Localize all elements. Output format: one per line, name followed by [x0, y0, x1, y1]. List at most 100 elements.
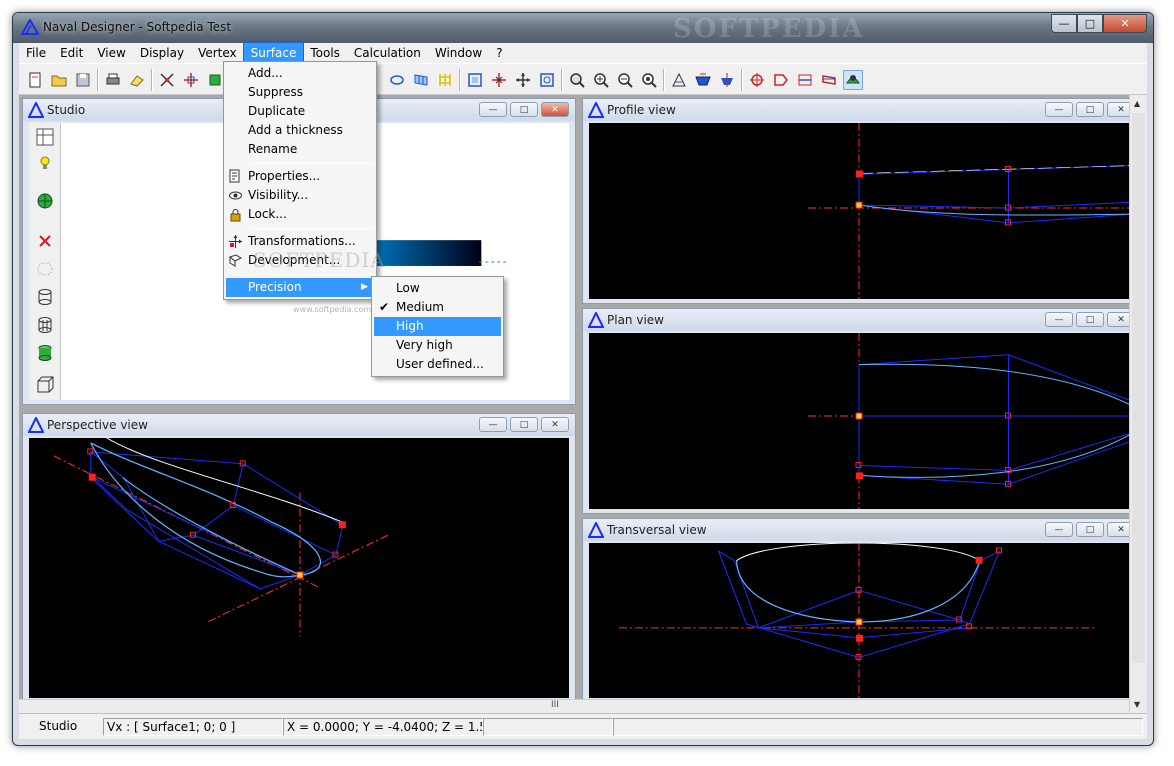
menu-item-precision[interactable]: Precision ▶ — [226, 278, 374, 297]
menu-help[interactable]: ? — [489, 43, 509, 63]
plan-maximize-button[interactable]: □ — [1076, 312, 1104, 327]
precision-high[interactable]: High — [374, 317, 501, 336]
render-3d-icon[interactable] — [843, 70, 863, 90]
point-cloud-icon[interactable] — [33, 257, 57, 281]
studio-minimize-button[interactable]: — — [479, 102, 507, 117]
naval-logo-icon — [588, 102, 604, 118]
menu-item-add-thickness[interactable]: Add a thickness — [224, 121, 376, 140]
vertical-scrollbar[interactable]: ▲ ▼ — [1129, 95, 1147, 713]
zoom-in-icon[interactable] — [591, 70, 611, 90]
open-folder-icon[interactable] — [49, 70, 69, 90]
scroll-up-icon[interactable]: ▲ — [1134, 99, 1140, 108]
profile-canvas[interactable] — [589, 123, 1135, 299]
studio-close-button[interactable]: ✕ — [541, 102, 569, 117]
menu-view[interactable]: View — [90, 43, 132, 63]
horizontal-scrollbar[interactable]: III — [19, 699, 1129, 713]
transversal-minimize-button[interactable]: — — [1045, 522, 1073, 537]
menu-file[interactable]: File — [19, 43, 53, 63]
hydrostatics-icon[interactable] — [669, 70, 689, 90]
menu-item-add[interactable]: Add... — [224, 64, 376, 83]
mesh-cylinder-icon[interactable] — [33, 313, 57, 337]
waterline-icon[interactable] — [795, 70, 815, 90]
menu-vertex[interactable]: Vertex — [191, 43, 244, 63]
profile-minimize-button[interactable]: — — [1045, 102, 1073, 117]
grid-icon[interactable] — [435, 70, 455, 90]
box-wireframe-icon[interactable] — [33, 373, 57, 397]
plan-titlebar[interactable]: Plan view — □ ✕ — [583, 309, 1141, 331]
zoom-out-icon[interactable] — [615, 70, 635, 90]
menu-item-visibility[interactable]: Visibility... — [224, 186, 376, 205]
menu-item-suppress[interactable]: Suppress — [224, 83, 376, 102]
fit-view-icon[interactable] — [465, 70, 485, 90]
green-tool-icon[interactable] — [205, 70, 225, 90]
print-icon[interactable] — [103, 70, 123, 90]
center-view-icon[interactable] — [489, 70, 509, 90]
buttock-icon[interactable] — [771, 70, 791, 90]
wire-cylinder-icon[interactable] — [33, 285, 57, 309]
shaded-cylinder-icon[interactable] — [33, 341, 57, 365]
transversal-titlebar[interactable]: Transversal view — □ ✕ — [583, 519, 1141, 541]
rotate-view-icon[interactable] — [537, 70, 557, 90]
vertical-scroll-thumb[interactable] — [1132, 113, 1145, 663]
move-vertex-icon[interactable] — [181, 70, 201, 90]
softpedia-url-watermark: www.softpedia.com — [293, 305, 372, 314]
mesh-icon[interactable] — [411, 70, 431, 90]
scroll-grip[interactable]: III — [551, 700, 559, 710]
hull-section-icon[interactable] — [693, 70, 713, 90]
station-icon[interactable] — [747, 70, 767, 90]
minimize-button[interactable]: — — [1051, 14, 1077, 33]
diagonal-icon[interactable] — [819, 70, 839, 90]
transversal-window[interactable]: Transversal view — □ ✕ — [582, 518, 1142, 703]
menu-surface[interactable]: Surface — [242, 42, 305, 64]
perspective-minimize-button[interactable]: — — [479, 417, 507, 432]
menu-display[interactable]: Display — [133, 43, 191, 63]
perspective-titlebar[interactable]: Perspective view — □ ✕ — [23, 414, 575, 436]
profile-titlebar[interactable]: Profile view — □ ✕ — [583, 99, 1141, 121]
plan-window[interactable]: Plan view — □ ✕ — [582, 308, 1142, 514]
perspective-window[interactable]: Perspective view — □ ✕ — [22, 413, 576, 703]
layout-grid-icon[interactable] — [33, 125, 57, 149]
plan-hull-drawing — [808, 333, 1135, 509]
menu-window[interactable]: Window — [428, 43, 489, 63]
profile-maximize-button[interactable]: □ — [1076, 102, 1104, 117]
menu-calculation[interactable]: Calculation — [347, 43, 428, 63]
delete-icon[interactable] — [33, 229, 57, 253]
precision-medium[interactable]: ✔ Medium — [372, 298, 503, 317]
zoom-window-icon[interactable] — [567, 70, 587, 90]
pan-icon[interactable] — [513, 70, 533, 90]
title-bar[interactable]: Naval Designer - Softpedia Test SOFTPEDI… — [13, 13, 1153, 44]
light-bulb-icon[interactable] — [33, 151, 57, 175]
scroll-down-icon[interactable]: ▼ — [1134, 700, 1140, 709]
precision-very-high[interactable]: Very high — [372, 336, 503, 355]
zoom-all-icon[interactable] — [639, 70, 659, 90]
eraser-icon[interactable] — [127, 70, 147, 90]
menu-edit[interactable]: Edit — [53, 43, 90, 63]
precision-low[interactable]: Low — [372, 279, 503, 298]
perspective-close-button[interactable]: ✕ — [541, 417, 569, 432]
perspective-canvas[interactable] — [29, 438, 569, 698]
transversal-maximize-button[interactable]: □ — [1076, 522, 1104, 537]
hull-stability-icon[interactable] — [717, 70, 737, 90]
maximize-button[interactable]: □ — [1077, 14, 1103, 33]
transversal-canvas[interactable] — [589, 543, 1135, 698]
new-file-icon[interactable] — [25, 70, 45, 90]
menu-tools[interactable]: Tools — [303, 43, 347, 63]
profile-title: Profile view — [607, 103, 676, 117]
plan-minimize-button[interactable]: — — [1045, 312, 1073, 327]
vertex-tool-icon[interactable] — [157, 70, 177, 90]
save-icon[interactable] — [73, 70, 93, 90]
menu-item-properties[interactable]: Properties... — [224, 167, 376, 186]
properties-icon — [229, 169, 240, 183]
precision-user-defined[interactable]: User defined... — [372, 355, 503, 374]
plan-canvas[interactable] — [589, 333, 1135, 509]
profile-window[interactable]: Profile view — □ ✕ — [582, 98, 1142, 304]
menu-item-rename[interactable]: Rename — [224, 140, 376, 159]
material-sphere-icon[interactable] — [33, 189, 57, 213]
perspective-maximize-button[interactable]: □ — [510, 417, 538, 432]
lasso-select-icon[interactable] — [387, 70, 407, 90]
studio-maximize-button[interactable]: □ — [510, 102, 538, 117]
menu-item-lock[interactable]: Lock... — [224, 205, 376, 224]
naval-logo-icon — [588, 522, 604, 538]
close-button[interactable]: ✕ — [1103, 14, 1147, 33]
menu-item-duplicate[interactable]: Duplicate — [224, 102, 376, 121]
